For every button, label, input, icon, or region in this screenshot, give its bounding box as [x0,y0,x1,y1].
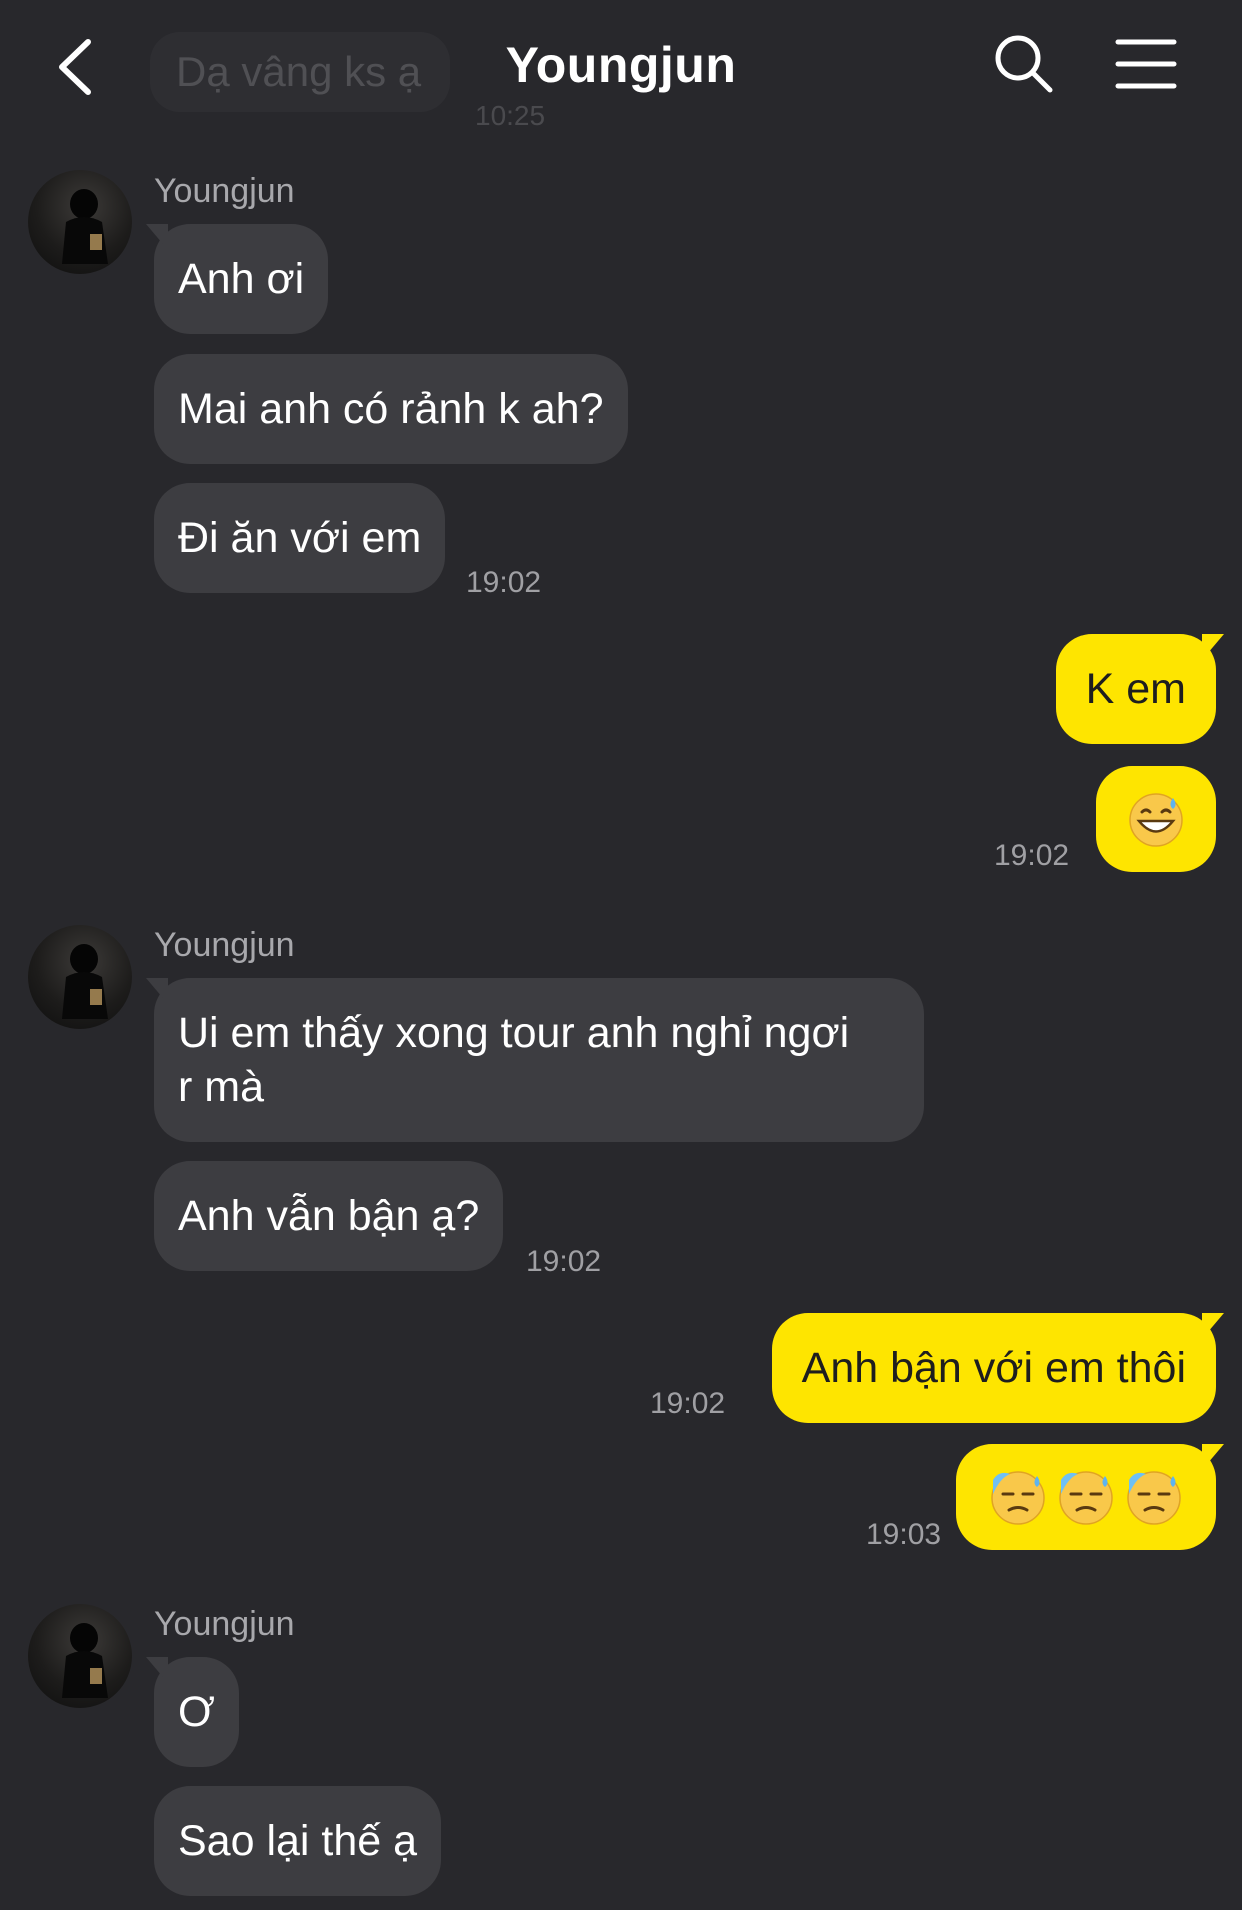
avatar[interactable] [28,925,132,1029]
sender-name: Youngjun [154,926,295,964]
message-text: K em [1085,665,1186,713]
incoming-message[interactable]: Mai anh có rảnh k ah? [154,354,628,464]
avatar[interactable] [28,170,132,274]
outgoing-message[interactable] [1096,766,1216,872]
avatar-figure [62,1623,108,1698]
downcast-sweat-emoji [1059,1470,1113,1525]
message-text: Đi ăn với em [178,514,422,562]
downcast-sweat-emoji [991,1470,1045,1525]
message-text-line: r mà [178,1063,264,1111]
message-text: Anh ơi [178,255,305,303]
avatar-figure [62,189,108,264]
avatar-figure [62,944,108,1019]
chat-screen: Dạ vâng ks ạ 10:25 Youngjun Youngjun Anh… [0,0,1242,1910]
message-text: Anh bận với em thôi [801,1344,1186,1392]
message-time: 19:02 [466,566,542,599]
message-time: 19:03 [866,1518,942,1551]
incoming-message[interactable]: Ơ [146,1657,239,1767]
downcast-sweat-emoji [1127,1470,1181,1525]
message-time: 19:02 [526,1245,602,1278]
incoming-message[interactable]: Đi ăn với em [154,483,446,593]
sender-name: Youngjun [154,172,295,210]
outgoing-message[interactable] [956,1444,1224,1550]
incoming-message[interactable]: Anh ơi [145,224,329,334]
message-time: 19:02 [994,839,1070,872]
message-text-line: Ui em thấy xong tour anh nghỉ ngơi [178,1009,850,1057]
sender-name: Youngjun [154,1605,295,1643]
message-text: Mai anh có rảnh k ah? [178,385,604,433]
message-text: Sao lại thế ạ [178,1817,418,1865]
search-icon[interactable] [992,32,1056,96]
message-time: 19:02 [650,1387,726,1420]
avatar[interactable] [28,1604,132,1708]
incoming-message[interactable]: Ui em thấy xong tour anh nghỉ ngơi r mà [146,978,924,1142]
message-text: Ơ [178,1688,215,1736]
chat-header: Youngjun [0,0,1242,130]
outgoing-message[interactable]: K em [1055,634,1225,744]
grinning-sweat-emoji [1129,792,1183,847]
incoming-message[interactable]: Sao lại thế ạ [154,1786,442,1896]
incoming-message[interactable]: Anh vẫn bận ạ? [154,1161,504,1271]
outgoing-message[interactable]: Anh bận với em thôi [771,1313,1225,1423]
menu-icon[interactable] [1114,36,1178,92]
message-text: Anh vẫn bận ạ? [178,1192,480,1240]
